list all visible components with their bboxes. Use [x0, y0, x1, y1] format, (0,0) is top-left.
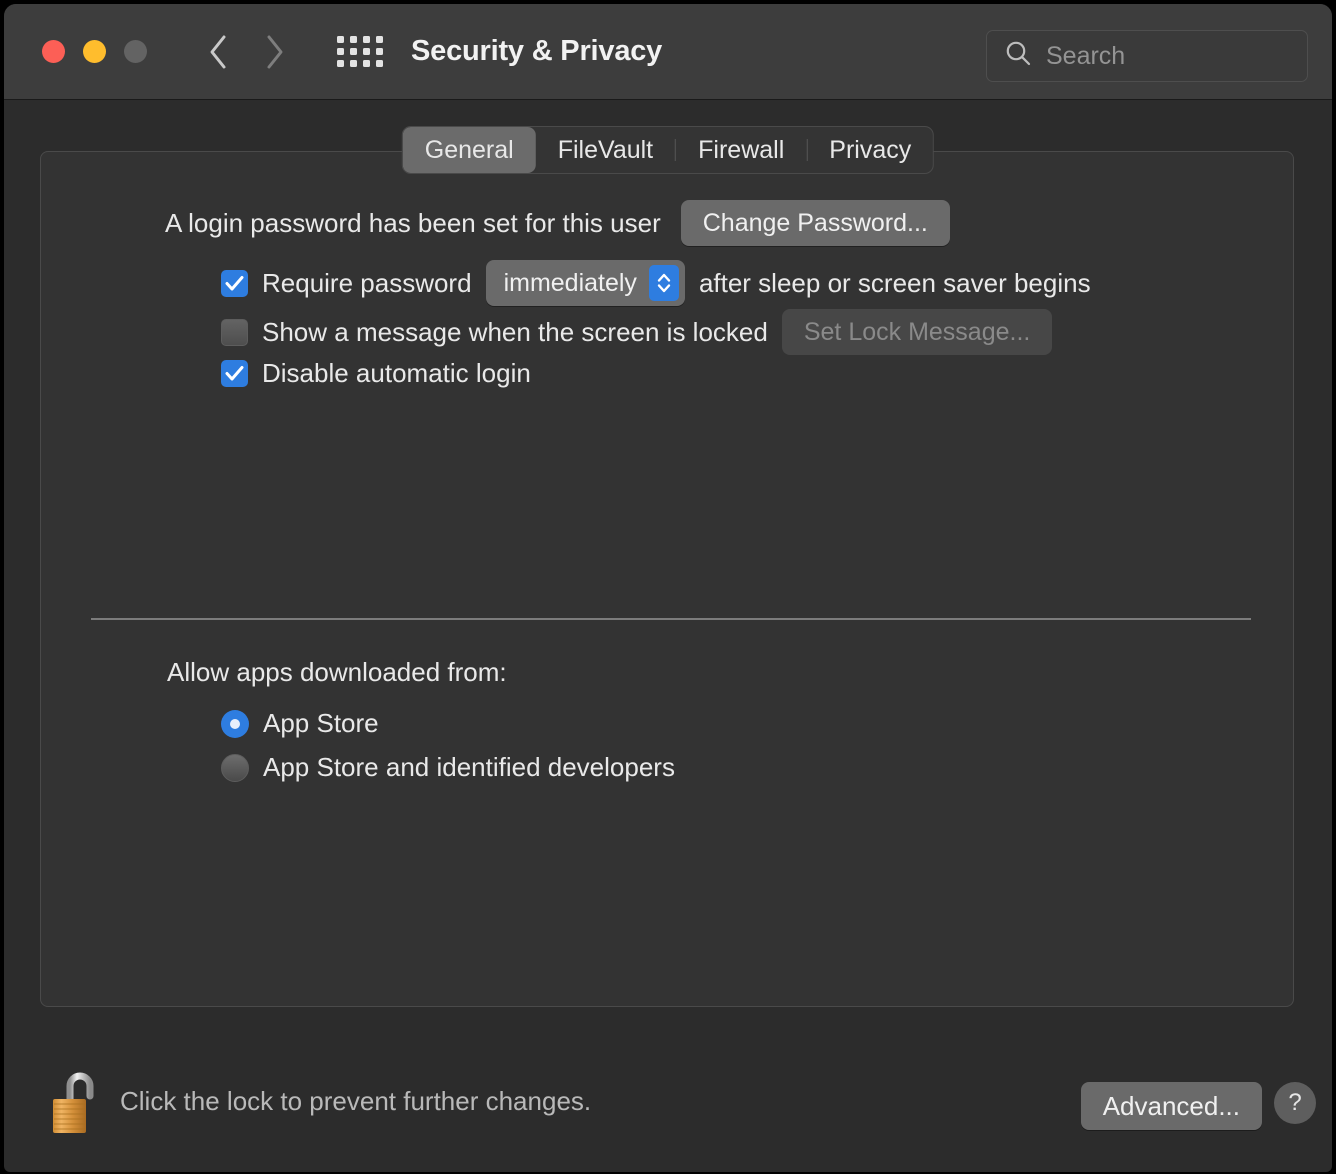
content-area: A login password has been set for this u… [4, 178, 1332, 1172]
tab-privacy-label: Privacy [829, 136, 911, 165]
require-password-checkbox[interactable] [221, 270, 248, 297]
app-store-label: App Store [263, 708, 379, 739]
identified-developers-label: App Store and identified developers [263, 752, 675, 783]
set-lock-message-button[interactable]: Set Lock Message... [782, 309, 1053, 355]
login-password-status: A login password has been set for this u… [165, 208, 661, 239]
traffic-lights [42, 40, 147, 63]
security-privacy-window: Security & Privacy Search General FileVa… [4, 4, 1332, 1172]
section-divider [91, 618, 1251, 620]
window-titlebar: Security & Privacy Search [4, 4, 1332, 100]
back-chevron-icon[interactable] [205, 32, 231, 72]
tab-filevault-label: FileVault [558, 136, 653, 165]
show-lock-message-label: Show a message when the screen is locked [262, 317, 768, 348]
gatekeeper-option-app-store[interactable]: App Store [221, 708, 379, 739]
app-store-radio[interactable] [221, 710, 249, 738]
tab-filevault[interactable]: FileVault [536, 127, 675, 173]
gatekeeper-option-identified-developers[interactable]: App Store and identified developers [221, 752, 675, 783]
require-password-delay-popup[interactable]: immediately [486, 260, 685, 306]
tab-general-label: General [425, 136, 514, 165]
chevron-up-down-icon [649, 265, 679, 301]
require-password-row: Require password immediately after sleep… [221, 260, 1091, 306]
close-window-button[interactable] [42, 40, 65, 63]
tab-firewall[interactable]: Firewall [676, 127, 806, 173]
search-icon [1005, 40, 1032, 72]
show-lock-message-checkbox[interactable] [221, 319, 248, 346]
advanced-button[interactable]: Advanced... [1081, 1082, 1262, 1130]
unlocked-padlock-icon[interactable] [48, 1070, 104, 1138]
search-field[interactable]: Search [986, 30, 1308, 82]
navigation-arrows [205, 32, 287, 72]
zoom-window-button[interactable] [124, 40, 147, 63]
lock-hint-text: Click the lock to prevent further change… [120, 1086, 591, 1117]
minimize-window-button[interactable] [83, 40, 106, 63]
page-title: Security & Privacy [411, 35, 662, 68]
lock-message-row: Show a message when the screen is locked… [221, 309, 1052, 355]
require-password-suffix-label: after sleep or screen saver begins [699, 268, 1091, 299]
login-password-row: A login password has been set for this u… [165, 200, 950, 246]
require-password-delay-value: immediately [504, 269, 637, 298]
general-settings-panel: A login password has been set for this u… [40, 151, 1294, 1007]
gatekeeper-title: Allow apps downloaded from: [167, 657, 507, 688]
disable-automatic-login-label: Disable automatic login [262, 358, 531, 389]
tab-privacy[interactable]: Privacy [807, 127, 933, 173]
tab-firewall-label: Firewall [698, 136, 784, 165]
search-placeholder: Search [1046, 42, 1125, 71]
disable-automatic-login-checkbox[interactable] [221, 360, 248, 387]
require-password-label: Require password [262, 268, 472, 299]
window-footer: Click the lock to prevent further change… [4, 1042, 1332, 1172]
tab-general[interactable]: General [403, 127, 536, 173]
disable-automatic-login-row: Disable automatic login [221, 358, 531, 389]
tab-bar: General FileVault Firewall Privacy [402, 126, 934, 174]
show-all-grid-icon[interactable] [339, 36, 381, 68]
forward-chevron-icon[interactable] [261, 32, 287, 72]
identified-developers-radio[interactable] [221, 754, 249, 782]
help-button[interactable]: ? [1274, 1082, 1316, 1124]
change-password-button[interactable]: Change Password... [681, 200, 950, 246]
